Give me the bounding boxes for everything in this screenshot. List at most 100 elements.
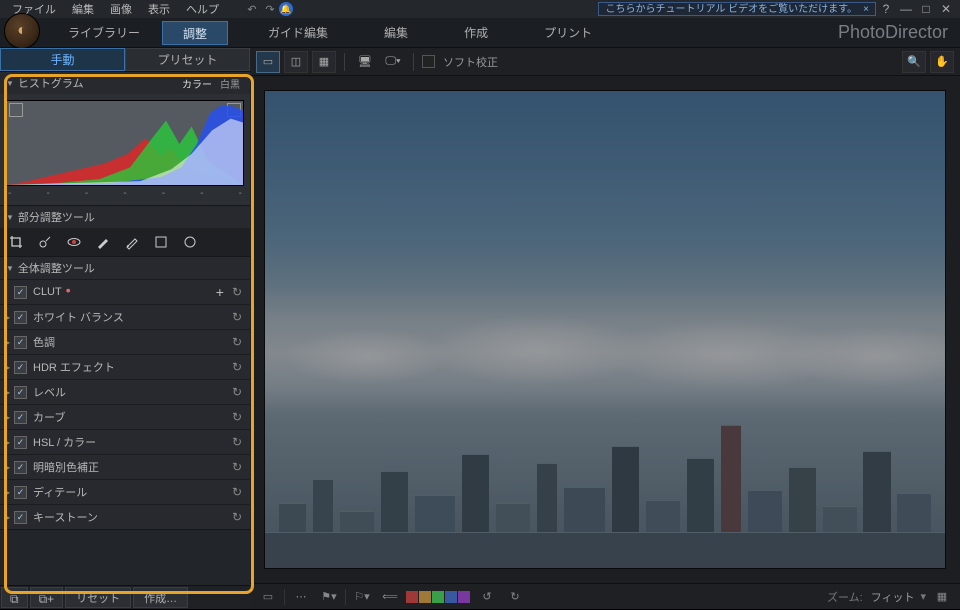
- adj-item-whitebalance[interactable]: ▶ ✓ ホワイト バランス ↺: [0, 304, 250, 329]
- subtab-preset[interactable]: プリセット: [125, 48, 250, 71]
- app-root: ファイル 編集 画像 表示 ヘルプ ↶ ↷ 🔔 こちらからチュートリアル ビデオ…: [0, 0, 960, 609]
- tutorial-banner[interactable]: こちらからチュートリアル ビデオをご覧いただけます。 ×: [598, 2, 876, 16]
- adj-item-hsl[interactable]: ▶ ✓ HSL / カラー ↺: [0, 429, 250, 454]
- rating-icon[interactable]: ⋯: [289, 587, 313, 607]
- pan-tool-icon[interactable]: ✋: [930, 51, 954, 73]
- prev-reject-icon[interactable]: ⟸: [378, 587, 402, 607]
- collapse-icon: ▼: [6, 213, 14, 222]
- view-single-icon[interactable]: ▭: [256, 51, 280, 73]
- subtab-manual[interactable]: 手動: [0, 48, 125, 71]
- histogram-display[interactable]: [6, 100, 244, 186]
- tab-create[interactable]: 作成: [444, 21, 508, 45]
- chevron-right-icon: ▶: [4, 463, 14, 472]
- brush-tool-icon[interactable]: [89, 230, 117, 254]
- add-icon[interactable]: +: [216, 284, 224, 300]
- undo-icon[interactable]: ↶: [243, 3, 261, 16]
- adj-label: ホワイト バランス: [33, 309, 232, 325]
- zoom-value[interactable]: フィット: [871, 589, 915, 605]
- checkbox-icon[interactable]: ✓: [14, 511, 27, 524]
- crop-tool-icon[interactable]: [2, 230, 30, 254]
- adj-item-tone[interactable]: ▶ ✓ 色調 ↺: [0, 329, 250, 354]
- image-viewer[interactable]: [250, 76, 960, 583]
- maximize-icon[interactable]: □: [916, 2, 936, 16]
- reset-icon[interactable]: ↺: [232, 510, 242, 524]
- filmstrip-toggle-icon[interactable]: ▭: [256, 587, 280, 607]
- menu-help[interactable]: ヘルプ: [178, 1, 227, 17]
- histogram-bw-toggle[interactable]: 白黒: [216, 76, 244, 91]
- rotate-left-icon[interactable]: ↺: [475, 587, 499, 607]
- tab-print[interactable]: プリント: [524, 21, 612, 45]
- create-preset-button[interactable]: 作成…: [133, 587, 188, 608]
- histogram-color-toggle[interactable]: カラー: [178, 76, 216, 91]
- checkbox-icon[interactable]: ✓: [14, 386, 27, 399]
- tutorial-close-icon[interactable]: ×: [863, 3, 869, 16]
- global-tools-header[interactable]: ▼ 全体調整ツール: [0, 257, 250, 279]
- adj-item-level[interactable]: ▶ ✓ レベル ↺: [0, 379, 250, 404]
- checkbox-icon[interactable]: ✓: [14, 411, 27, 424]
- view-grid-icon[interactable]: ▦: [312, 51, 336, 73]
- reset-icon[interactable]: ↺: [232, 310, 242, 324]
- navigator-toggle-icon[interactable]: ▦: [930, 587, 954, 607]
- view-compare-icon[interactable]: ◫: [284, 51, 308, 73]
- zoom-tool-icon[interactable]: 🔍: [902, 51, 926, 73]
- redo-icon[interactable]: ↷: [261, 3, 279, 16]
- reset-icon[interactable]: ↺: [232, 335, 242, 349]
- reset-icon[interactable]: ↺: [232, 485, 242, 499]
- minimize-icon[interactable]: —: [896, 2, 916, 16]
- reset-icon[interactable]: ↺: [232, 360, 242, 374]
- rotate-right-icon[interactable]: ↻: [503, 587, 527, 607]
- reset-icon[interactable]: ↺: [232, 435, 242, 449]
- notification-bell-icon[interactable]: 🔔: [279, 2, 297, 16]
- dual-monitor-icon[interactable]: 🖥: [353, 51, 377, 73]
- paste-settings-icon[interactable]: ⧉+: [30, 587, 64, 608]
- reset-icon[interactable]: ↺: [232, 410, 242, 424]
- checkbox-icon[interactable]: ✓: [14, 461, 27, 474]
- checkbox-icon[interactable]: ✓: [14, 286, 27, 299]
- soft-proof-checkbox[interactable]: [422, 55, 435, 68]
- gradient-mask-icon[interactable]: [147, 230, 175, 254]
- menu-image[interactable]: 画像: [102, 1, 140, 17]
- menu-edit[interactable]: 編集: [64, 1, 102, 17]
- help-icon[interactable]: ?: [876, 2, 896, 16]
- reset-icon[interactable]: ↺: [232, 385, 242, 399]
- checkbox-icon[interactable]: ✓: [14, 486, 27, 499]
- checkbox-icon[interactable]: ✓: [14, 311, 27, 324]
- adj-item-splittone[interactable]: ▶ ✓ 明暗別色補正 ↺: [0, 454, 250, 479]
- radial-mask-icon[interactable]: [176, 230, 204, 254]
- secondary-display-icon[interactable]: 🖵▾: [381, 51, 405, 73]
- tab-edit[interactable]: 編集: [364, 21, 428, 45]
- checkbox-icon[interactable]: ✓: [14, 361, 27, 374]
- partial-tools-header[interactable]: ▼ 部分調整ツール: [0, 206, 250, 228]
- reset-icon[interactable]: ↺: [232, 285, 242, 299]
- selection-brush-icon[interactable]: [118, 230, 146, 254]
- menu-view[interactable]: 表示: [140, 1, 178, 17]
- checkbox-icon[interactable]: ✓: [14, 436, 27, 449]
- panel-bottom-buttons: ⧉ ⧉+ リセット 作成…: [0, 585, 250, 609]
- close-icon[interactable]: ✕: [936, 2, 956, 16]
- adj-item-curve[interactable]: ▶ ✓ カーブ ↺: [0, 404, 250, 429]
- copy-settings-icon[interactable]: ⧉: [1, 587, 28, 608]
- adjustment-list: ✓ CLUT• + ↺ ▶ ✓ ホワイト バランス ↺ ▶ ✓ 色調: [0, 279, 250, 529]
- adj-item-keystone[interactable]: ▶ ✓ キーストーン ↺: [0, 504, 250, 529]
- zoom-dropdown-icon[interactable]: ▾: [920, 590, 926, 603]
- spot-removal-icon[interactable]: [31, 230, 59, 254]
- tab-adjustment[interactable]: 調整: [162, 21, 228, 45]
- histogram-header[interactable]: ▼ ヒストグラム カラー 白黒: [0, 72, 250, 94]
- tab-library[interactable]: ライブラリー: [48, 21, 160, 45]
- menubar: ファイル 編集 画像 表示 ヘルプ ↶ ↷ 🔔 こちらからチュートリアル ビデオ…: [0, 0, 960, 18]
- color-label-swatches[interactable]: [406, 591, 471, 603]
- label-icon[interactable]: ⚐▾: [350, 587, 374, 607]
- collapse-icon: ▼: [6, 264, 14, 273]
- reset-button[interactable]: リセット: [65, 587, 131, 608]
- adj-item-hdr[interactable]: ▶ ✓ HDR エフェクト ↺: [0, 354, 250, 379]
- chevron-right-icon: ▶: [4, 438, 14, 447]
- partial-tools-section: ▼ 部分調整ツール: [0, 206, 250, 257]
- adj-item-clut[interactable]: ✓ CLUT• + ↺: [0, 279, 250, 304]
- checkbox-icon[interactable]: ✓: [14, 336, 27, 349]
- flag-icon[interactable]: ⚑▾: [317, 587, 341, 607]
- chevron-right-icon: ▶: [4, 363, 14, 372]
- tab-guided[interactable]: ガイド編集: [248, 21, 348, 45]
- redeye-tool-icon[interactable]: [60, 230, 88, 254]
- reset-icon[interactable]: ↺: [232, 460, 242, 474]
- adj-item-detail[interactable]: ▶ ✓ ディテール ↺: [0, 479, 250, 504]
